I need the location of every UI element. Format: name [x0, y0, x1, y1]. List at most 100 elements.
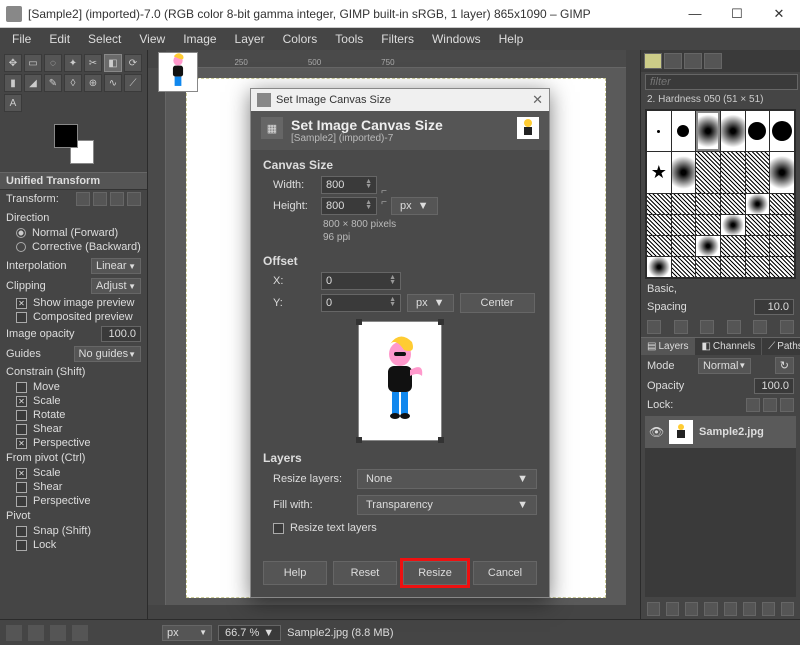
brush-item[interactable]	[696, 152, 720, 193]
duplicate-layer-icon[interactable]	[724, 602, 737, 616]
direction-corrective-radio[interactable]: Corrective (Backward)	[0, 240, 147, 254]
tool-text[interactable]: A	[4, 94, 22, 112]
menu-file[interactable]: File	[4, 30, 39, 48]
menu-filters[interactable]: Filters	[373, 30, 422, 48]
merge-layer-icon[interactable]	[743, 602, 756, 616]
pivot-lock-check[interactable]: Lock	[0, 538, 147, 552]
menu-windows[interactable]: Windows	[424, 30, 489, 48]
mode-reset-button[interactable]: ↻	[775, 357, 794, 374]
transform-target-image-icon[interactable]	[127, 192, 141, 206]
tool-bucket[interactable]: ▮	[4, 74, 22, 92]
unit-select[interactable]: px▼	[162, 625, 212, 641]
brush-item[interactable]	[721, 194, 745, 214]
height-input[interactable]: 800▲▼	[321, 197, 377, 215]
constrain-scale-check[interactable]: Scale	[0, 394, 147, 408]
mask-layer-icon[interactable]	[762, 602, 775, 616]
brush-item[interactable]	[746, 257, 770, 277]
tool-crop[interactable]: ✂	[84, 54, 102, 72]
tool-transform[interactable]: ◧	[104, 54, 122, 72]
duplicate-brush-icon[interactable]	[700, 320, 714, 334]
clipping-select[interactable]: Adjust▼	[91, 278, 141, 294]
layer-opacity-input[interactable]: 100.0	[754, 378, 794, 394]
interpolation-select[interactable]: Linear▼	[91, 258, 141, 274]
brush-item[interactable]	[770, 152, 794, 193]
transform-target-layer-icon[interactable]	[76, 192, 90, 206]
constrain-perspective-check[interactable]: Perspective	[0, 436, 147, 450]
maximize-button[interactable]: ☐	[716, 0, 758, 28]
blend-mode-select[interactable]: Normal▼	[698, 358, 751, 374]
layer-row[interactable]: 👁 Sample2.jpg	[645, 416, 796, 448]
tool-warp[interactable]: ⟳	[124, 54, 142, 72]
brush-item[interactable]	[770, 215, 794, 235]
menu-select[interactable]: Select	[80, 30, 129, 48]
center-button[interactable]: Center	[460, 293, 535, 313]
y-input[interactable]: 0▲▼	[321, 294, 401, 312]
delete-layer-icon[interactable]	[781, 602, 794, 616]
close-button[interactable]: ✕	[758, 0, 800, 28]
constrain-rotate-check[interactable]: Rotate	[0, 408, 147, 422]
brush-item[interactable]	[672, 215, 696, 235]
tool-clone[interactable]: ⊕	[84, 74, 102, 92]
brushes-tab-icon[interactable]	[644, 53, 662, 69]
tool-move[interactable]: ✥	[4, 54, 22, 72]
brush-item[interactable]	[746, 152, 770, 193]
edit-brush-icon[interactable]	[647, 320, 661, 334]
brush-item[interactable]	[696, 111, 720, 151]
brush-item[interactable]	[672, 257, 696, 277]
new-layer-icon[interactable]	[647, 602, 660, 616]
cancel-button[interactable]: Cancel	[473, 561, 537, 585]
delete-brush-icon[interactable]	[727, 320, 741, 334]
tool-smudge[interactable]: ∿	[104, 74, 122, 92]
reset-button[interactable]: Reset	[333, 561, 397, 585]
menu-layer[interactable]: Layer	[227, 30, 273, 48]
resize-text-layers-check[interactable]: Resize text layers	[263, 521, 537, 535]
brush-item[interactable]	[770, 236, 794, 256]
tab-paths[interactable]: ⟋Paths	[762, 338, 800, 355]
resize-layers-select[interactable]: None▼	[357, 469, 537, 489]
lock-position-icon[interactable]	[763, 398, 777, 412]
tool-pencil[interactable]: ✎	[44, 74, 62, 92]
patterns-tab-icon[interactable]	[664, 53, 682, 69]
composited-preview-check[interactable]: Composited preview	[0, 310, 147, 324]
menu-edit[interactable]: Edit	[41, 30, 78, 48]
brush-item[interactable]	[746, 215, 770, 235]
dialog-close-button[interactable]: ✕	[532, 92, 543, 108]
transform-target-path-icon[interactable]	[110, 192, 124, 206]
canvas-preview[interactable]	[358, 321, 442, 441]
menu-image[interactable]: Image	[175, 30, 224, 48]
brush-item[interactable]	[696, 236, 720, 256]
ruler-horizontal[interactable]: 0 250 500 750	[166, 50, 626, 68]
width-input[interactable]: 800▲▼	[321, 176, 377, 194]
brush-item[interactable]	[647, 215, 671, 235]
tool-path[interactable]: ⟋	[124, 74, 142, 92]
image-opacity-input[interactable]: 100.0	[101, 326, 141, 342]
menu-view[interactable]: View	[131, 30, 173, 48]
brush-item[interactable]	[746, 194, 770, 214]
brush-item[interactable]	[647, 194, 671, 214]
zoom-select[interactable]: 66.7 %▼	[218, 625, 281, 641]
minimize-button[interactable]: —	[674, 0, 716, 28]
help-button[interactable]: Help	[263, 561, 327, 585]
guides-select[interactable]: No guides▼	[74, 346, 141, 362]
open-brush-icon[interactable]	[780, 320, 794, 334]
new-brush-icon[interactable]	[674, 320, 688, 334]
fg-bg-swatches[interactable]	[54, 124, 94, 164]
brush-item[interactable]	[770, 194, 794, 214]
brush-item[interactable]	[721, 215, 745, 235]
raise-layer-icon[interactable]	[685, 602, 698, 616]
sb-icon[interactable]	[72, 625, 88, 641]
transform-target-selection-icon[interactable]	[93, 192, 107, 206]
menu-tools[interactable]: Tools	[327, 30, 371, 48]
lower-layer-icon[interactable]	[704, 602, 717, 616]
sb-icon[interactable]	[50, 625, 66, 641]
brush-item[interactable]	[672, 236, 696, 256]
dialog-titlebar[interactable]: Set Image Canvas Size ✕	[251, 89, 549, 111]
brush-item[interactable]	[696, 257, 720, 277]
pivot-shear-check[interactable]: Shear	[0, 480, 147, 494]
chain-link-icon[interactable]: ⌐⌐	[377, 186, 391, 208]
x-input[interactable]: 0▲▼	[321, 272, 401, 290]
menu-help[interactable]: Help	[491, 30, 532, 48]
image-tab-thumb[interactable]	[158, 52, 198, 92]
new-group-icon[interactable]	[666, 602, 679, 616]
brush-item[interactable]	[721, 152, 745, 193]
